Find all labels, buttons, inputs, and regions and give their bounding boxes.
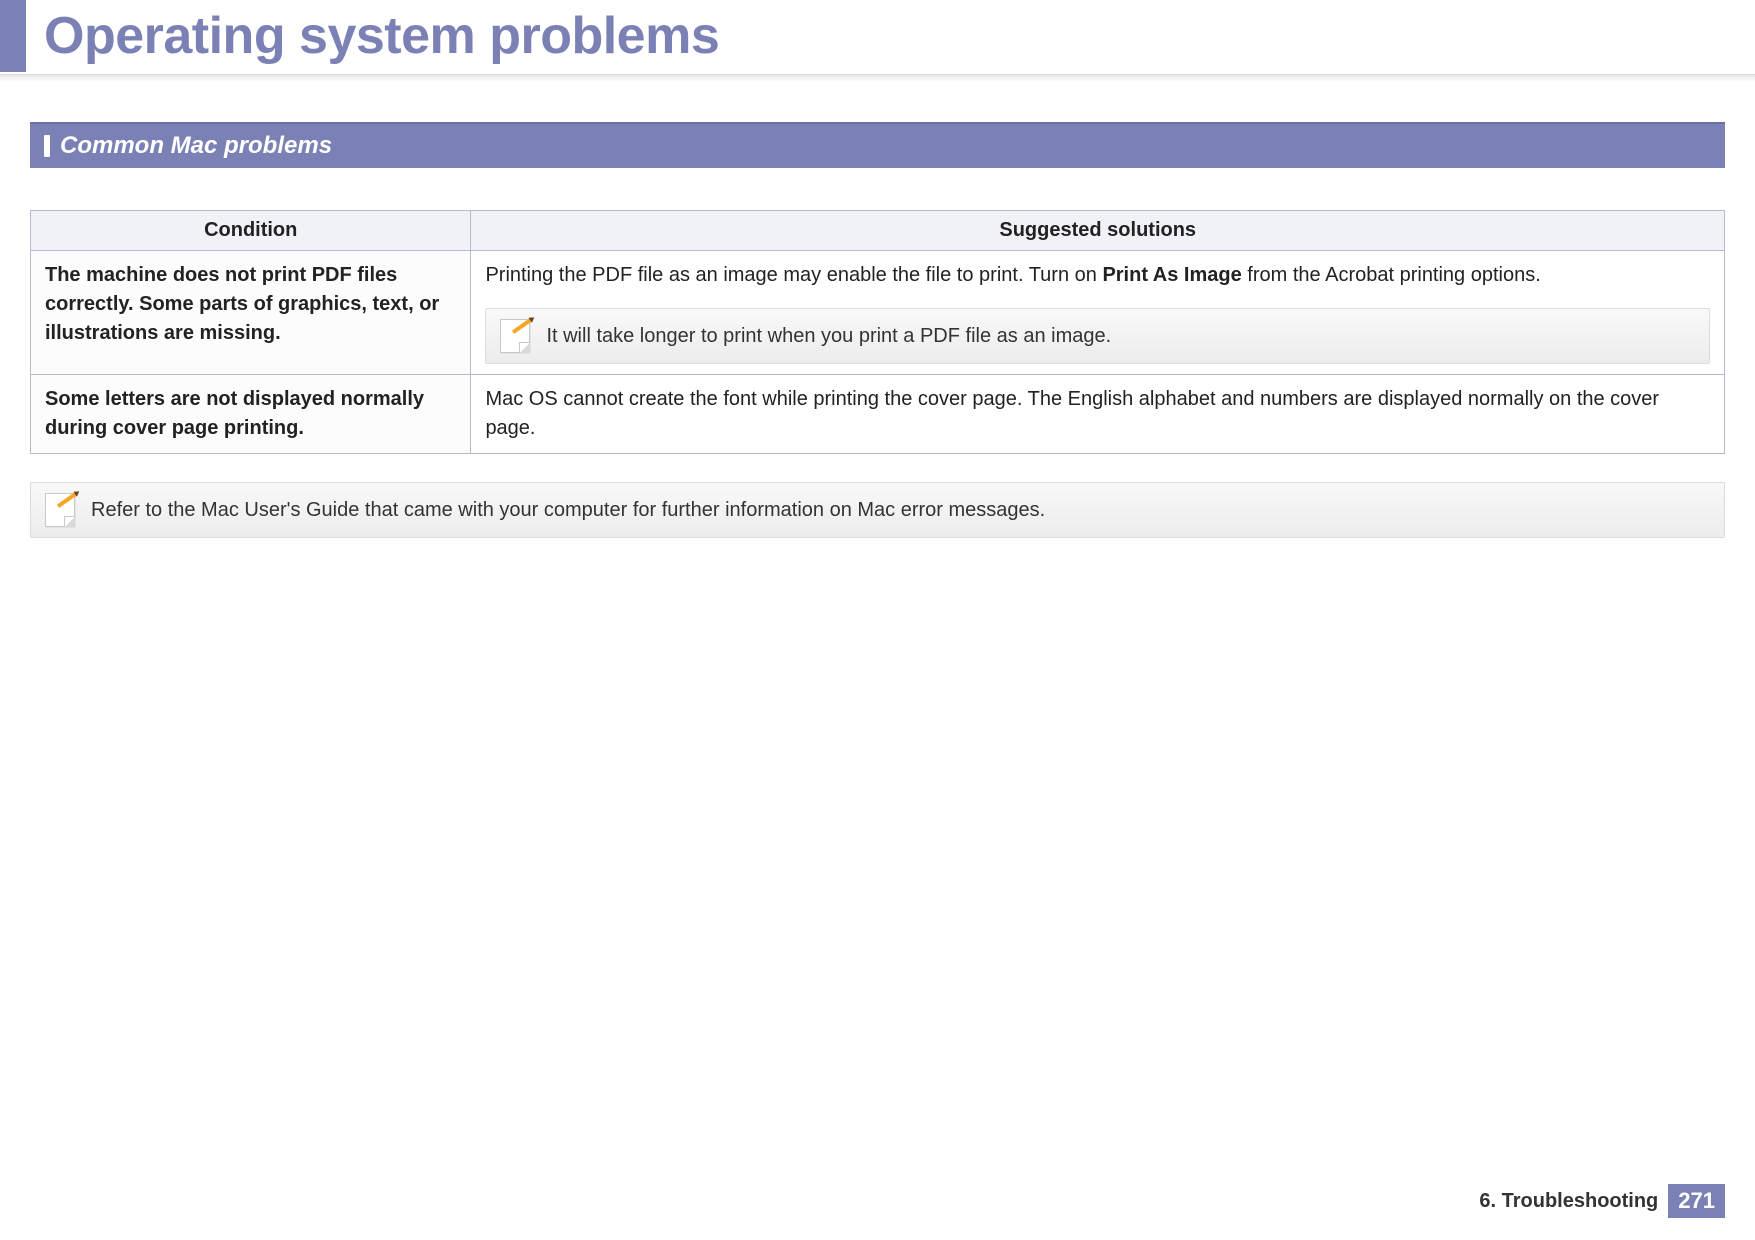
solution-cell: Mac OS cannot create the font while prin… (471, 375, 1725, 454)
page-header: Operating system problems (0, 0, 1755, 72)
page-title: Operating system problems (26, 0, 719, 72)
section-heading-bar: Common Mac problems (30, 122, 1725, 168)
inline-note-text: It will take longer to print when you pr… (546, 322, 1111, 351)
section-bullet-icon (44, 135, 50, 157)
solution-cell: Printing the PDF file as an image may en… (471, 251, 1725, 375)
solution-text-pre: Printing the PDF file as an image may en… (485, 264, 1102, 286)
table-header-row: Condition Suggested solutions (31, 211, 1725, 251)
header-divider (0, 74, 1755, 82)
solution-text-bold: Print As Image (1102, 264, 1241, 286)
note-pencil-icon (500, 319, 530, 353)
condition-cell: The machine does not print PDF files cor… (31, 251, 471, 375)
solution-text-pre: Mac OS cannot create the font while prin… (485, 388, 1659, 439)
page-footer: 6. Troubleshooting 271 (1479, 1184, 1725, 1218)
table-row: The machine does not print PDF files cor… (31, 251, 1725, 375)
solution-text-post: from the Acrobat printing options. (1242, 264, 1541, 286)
page-content: Common Mac problems Condition Suggested … (0, 122, 1755, 538)
problems-table: Condition Suggested solutions The machin… (30, 210, 1725, 454)
table-header-condition: Condition (31, 211, 471, 251)
condition-cell: Some letters are not displayed normally … (31, 375, 471, 454)
footer-page-number: 271 (1668, 1184, 1725, 1218)
table-header-solutions: Suggested solutions (471, 211, 1725, 251)
note-pencil-icon (45, 493, 75, 527)
table-row: Some letters are not displayed normally … (31, 375, 1725, 454)
page-note-box: Refer to the Mac User's Guide that came … (30, 482, 1725, 538)
section-title: Common Mac problems (60, 132, 332, 160)
footer-chapter-label: 6. Troubleshooting (1479, 1190, 1658, 1213)
page-note-text: Refer to the Mac User's Guide that came … (91, 499, 1045, 522)
header-accent-bar (0, 0, 26, 72)
inline-note-box: It will take longer to print when you pr… (485, 308, 1710, 364)
